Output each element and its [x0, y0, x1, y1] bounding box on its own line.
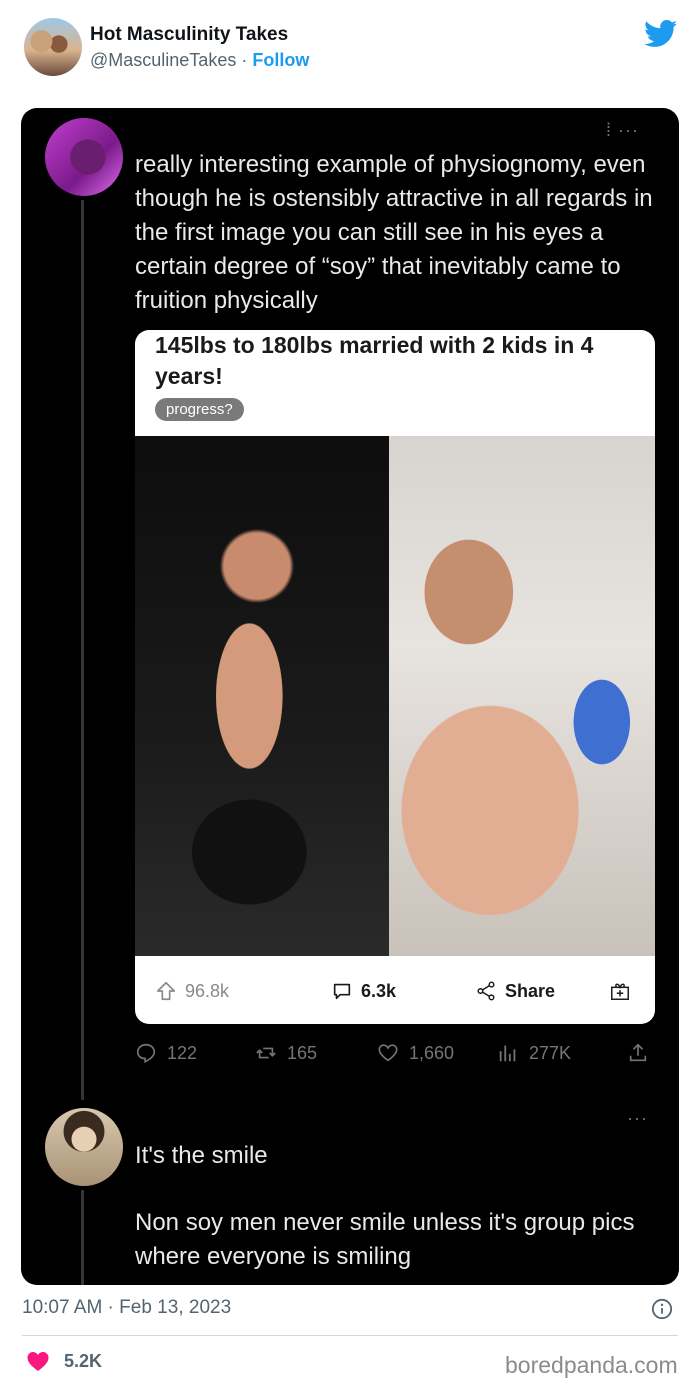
divider — [22, 1335, 678, 1336]
reply-stat[interactable]: 122 — [135, 1042, 197, 1064]
retweet-count: 165 — [287, 1042, 318, 1063]
before-photo — [135, 436, 389, 956]
gift-award-icon — [611, 983, 629, 1000]
info-icon[interactable] — [651, 1298, 673, 1320]
separator-dot: · — [241, 50, 248, 70]
upvote-arrow-icon — [156, 981, 176, 1001]
views-stat[interactable]: 277K — [497, 1042, 571, 1064]
award-group — [609, 980, 631, 1002]
share-icon — [477, 981, 495, 1001]
more-options-icon[interactable]: ··· — [627, 1108, 648, 1129]
watermark: boredpanda.com — [505, 1352, 678, 1378]
like-count-card: 1,660 — [409, 1042, 455, 1063]
thread-line — [81, 1190, 84, 1285]
views-count: 277K — [529, 1042, 572, 1063]
reply-text: It's the smile — [135, 1142, 268, 1169]
comments-group: 6.3k — [331, 980, 396, 1002]
reply-avatar[interactable] — [45, 1108, 123, 1186]
comment-count: 6.3k — [361, 980, 397, 1001]
comment-bubble-icon — [333, 983, 351, 1000]
reply-text: really interesting example of physiognom… — [135, 151, 653, 314]
reply-screenshot-card: ⁞ ··· really interesting example of phys… — [21, 108, 679, 1285]
reddit-post-title: 145lbs to 180lbs married with 2 kids in … — [155, 332, 594, 389]
reddit-post-image: 145lbs to 180lbs married with 2 kids in … — [135, 330, 655, 1024]
thread-line — [81, 200, 84, 1100]
follow-button[interactable]: Follow — [252, 50, 309, 70]
like-count[interactable]: 5.2K — [64, 1351, 102, 1372]
twitter-bird-icon[interactable] — [644, 20, 678, 48]
reply-avatar[interactable] — [45, 118, 123, 196]
retweet-icon — [256, 1047, 276, 1059]
share-tweet-button[interactable] — [627, 1042, 649, 1064]
after-photo — [389, 436, 655, 956]
reply-count: 122 — [167, 1042, 198, 1063]
reddit-action-bar: 96.8k 6.3k Share — [135, 956, 655, 1024]
upvote-count: 96.8k — [185, 980, 230, 1001]
like-stat[interactable]: 1,660 — [377, 1042, 454, 1064]
share-label: Share — [505, 980, 556, 1001]
author-handle[interactable]: @MasculineTakes — [90, 50, 236, 70]
heart-filled-icon[interactable] — [26, 1350, 50, 1372]
upload-share-icon — [629, 1043, 647, 1062]
retweet-stat[interactable]: 165 — [255, 1042, 317, 1064]
author-name[interactable]: Hot Masculinity Takes — [90, 24, 288, 46]
tweet-timestamp[interactable]: 10:07 AM · Feb 13, 2023 — [22, 1297, 231, 1319]
upvote-group: 96.8k — [155, 980, 229, 1002]
author-handle-row: @MasculineTakes · Follow — [90, 50, 309, 71]
reddit-flair-badge: progress? — [155, 398, 244, 421]
reply-icon — [136, 1043, 156, 1064]
author-avatar[interactable] — [24, 18, 82, 76]
views-bars-icon — [499, 1045, 516, 1062]
heart-outline-icon — [378, 1044, 398, 1062]
share-group: Share — [475, 980, 555, 1002]
reply-text: Non soy men never smile unless it's grou… — [135, 1209, 635, 1270]
more-options-icon[interactable]: ⁞ ··· — [606, 120, 639, 141]
